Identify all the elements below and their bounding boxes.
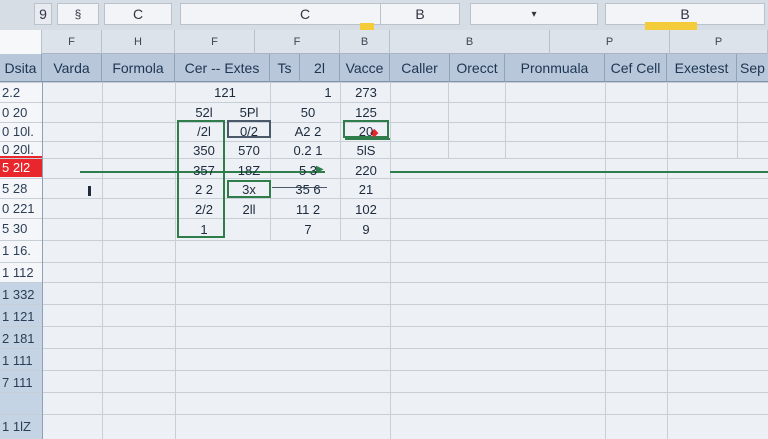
sheet-icon[interactable]: 9 <box>34 3 52 25</box>
formula-bar-text: C <box>299 6 311 22</box>
header-row: Dsita Varda Formola Cer -- Extes Ts 2l V… <box>0 54 768 82</box>
cursor-mark <box>88 186 91 196</box>
row-label[interactable]: 5 28 <box>0 178 42 199</box>
cell[interactable]: 35 6 <box>280 179 336 200</box>
cell[interactable]: 50 <box>280 102 336 123</box>
col-letter-6[interactable]: B <box>390 30 550 54</box>
cell[interactable]: 357 <box>180 160 228 181</box>
row-label[interactable]: 1 1lZ <box>0 416 42 437</box>
col-letter-2[interactable]: H <box>102 30 175 54</box>
row-label[interactable]: 1 332 <box>0 284 42 305</box>
row-label[interactable]: 7 111 <box>0 372 42 393</box>
select-all-corner[interactable] <box>0 30 42 54</box>
function-icon[interactable]: § <box>57 3 99 25</box>
name-box-value: C <box>132 6 144 22</box>
dropdown-icon[interactable]: ▾ <box>470 3 598 25</box>
cell[interactable]: 5 3 <box>280 160 336 181</box>
cell[interactable]: 125 <box>345 102 387 123</box>
row-label[interactable]: 1 121 <box>0 306 42 327</box>
cell[interactable]: 11 2 <box>280 199 336 220</box>
header-orecct[interactable]: Orecct <box>450 54 505 82</box>
row-label[interactable]: 0 20 <box>0 102 42 123</box>
column-b2-label: B <box>680 6 690 22</box>
cell[interactable]: 21 <box>345 179 387 200</box>
header-dsita[interactable]: Dsita <box>0 54 42 82</box>
cell[interactable]: 20 <box>345 121 387 142</box>
header-sep[interactable]: Sep <box>737 54 768 82</box>
header-vacce[interactable]: Vacce <box>340 54 390 82</box>
row-label[interactable]: 2.2 <box>0 82 42 103</box>
header-2l[interactable]: 2l <box>300 54 340 82</box>
cell-grid[interactable]: 2.2 0 20 0 10l. 0 20l. 5 2l2 5 28 0 221 … <box>0 82 768 439</box>
col-letter-1[interactable]: F <box>42 30 102 54</box>
col-letter-7[interactable]: P <box>550 30 670 54</box>
header-cef-cell[interactable]: Cef Cell <box>605 54 667 82</box>
header-exestest[interactable]: Exestest <box>667 54 737 82</box>
cell[interactable]: 18Z <box>228 160 270 181</box>
cell[interactable]: 2/2 <box>180 199 228 220</box>
header-formola[interactable]: Formola <box>102 54 175 82</box>
row-label[interactable]: 1 111 <box>0 350 42 371</box>
cell[interactable]: 570 <box>228 140 270 161</box>
cell[interactable]: 350 <box>180 140 228 161</box>
col-letter-5[interactable]: B <box>340 30 390 54</box>
col-letter-4[interactable]: F <box>255 30 340 54</box>
cell[interactable]: 0/2 <box>228 121 270 142</box>
column-b-label: B <box>415 6 425 22</box>
column-letter-row: F H F F B B P P <box>0 30 768 54</box>
header-ts[interactable]: Ts <box>270 54 300 82</box>
formula-toolbar: 9 § C C B ▾ B <box>0 0 768 41</box>
cell[interactable]: 102 <box>345 199 387 220</box>
cell[interactable]: 2 2 <box>180 179 228 200</box>
cell[interactable]: 1 <box>318 82 338 103</box>
name-box[interactable]: C <box>104 3 172 25</box>
col-letter-3[interactable]: F <box>175 30 255 54</box>
sheet-icon-label: 9 <box>39 6 47 22</box>
cell[interactable]: 1 <box>180 219 228 240</box>
row-label-highlighted[interactable]: 5 2l2 <box>0 157 42 178</box>
row-label[interactable]: 2 181 <box>0 328 42 349</box>
cell[interactable]: /2l <box>180 121 228 142</box>
header-varda[interactable]: Varda <box>42 54 102 82</box>
col-letter-8[interactable]: P <box>670 30 768 54</box>
cell[interactable]: 273 <box>345 82 387 103</box>
header-pronmuala[interactable]: Pronmuala <box>505 54 605 82</box>
header-cer-extes[interactable]: Cer -- Extes <box>175 54 270 82</box>
cell[interactable]: 5lS <box>345 140 387 161</box>
trace-arrow-line <box>390 171 768 173</box>
cell[interactable]: A2 2 <box>280 121 336 142</box>
cell[interactable]: 5Pl <box>228 102 270 123</box>
column-b-tab[interactable]: B <box>380 3 460 25</box>
cell[interactable]: 9 <box>345 219 387 240</box>
cell[interactable]: 7 <box>280 219 336 240</box>
row-label[interactable]: 1 112 <box>0 262 42 283</box>
row-label[interactable]: 5 30 <box>0 218 42 239</box>
cell[interactable]: 2ll <box>228 199 270 220</box>
header-caller[interactable]: Caller <box>390 54 450 82</box>
cell[interactable]: 121 <box>180 82 270 103</box>
cell[interactable]: 3x <box>228 179 270 200</box>
cell[interactable]: 0.2 1 <box>280 140 336 161</box>
cell[interactable]: 220 <box>345 160 387 181</box>
row-label[interactable]: 0 221 <box>0 198 42 219</box>
row-label[interactable]: 1 16. <box>0 240 42 261</box>
cell[interactable]: 52l <box>180 102 228 123</box>
